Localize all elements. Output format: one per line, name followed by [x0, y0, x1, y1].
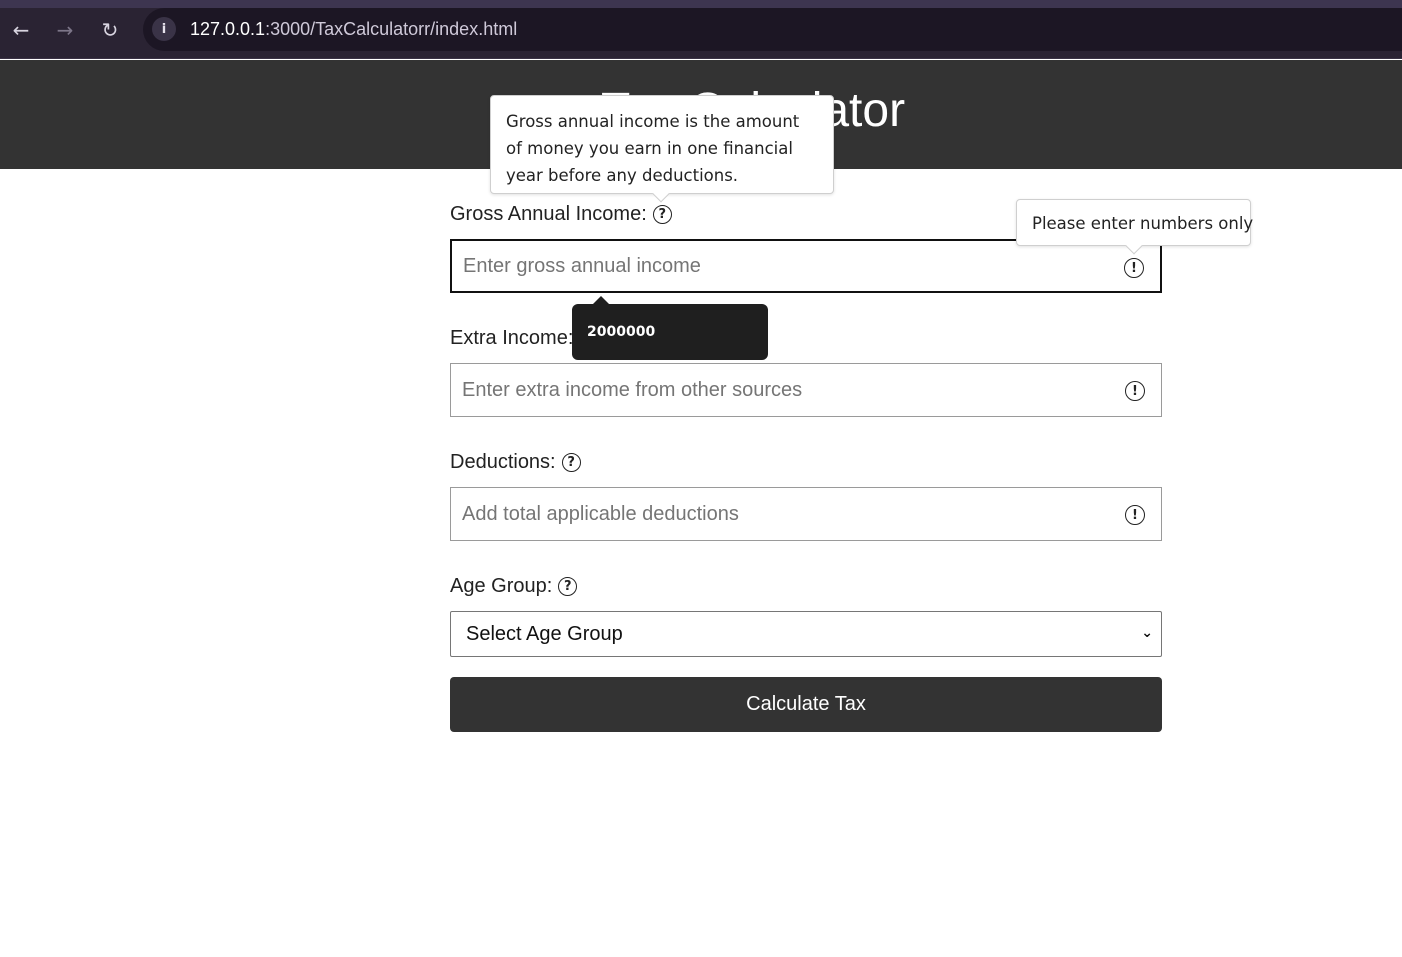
autofill-suggestion-value[interactable]: 2000000 — [587, 324, 655, 340]
gross-income-help-icon[interactable]: ? — [652, 205, 672, 224]
age-group-selected-value: Select Age Group — [466, 622, 623, 645]
deductions-input[interactable] — [462, 488, 1112, 540]
autofill-suggestion-popup[interactable]: 2000000 — [572, 296, 768, 360]
numbers-only-text: Please enter numbers only — [1032, 214, 1254, 233]
popup-arrow — [592, 296, 610, 305]
gross-income-input[interactable] — [463, 241, 1113, 291]
age-group-select[interactable]: Select Age Group ⌄ — [450, 611, 1162, 657]
chevron-down-icon: ⌄ — [1141, 625, 1153, 641]
gross-income-label: Gross Annual Income: ? — [450, 203, 672, 226]
deductions-label-text: Deductions: — [450, 451, 556, 473]
gross-income-help-text: Gross annual income is the amount of mon… — [506, 112, 800, 185]
extra-income-warning-icon[interactable]: ! — [1125, 381, 1145, 401]
url-path: :3000/TaxCalculatorr/index.html — [265, 19, 518, 39]
numbers-only-tooltip: Please enter numbers only — [1016, 199, 1254, 255]
gross-income-warning-icon[interactable]: ! — [1124, 258, 1144, 278]
back-arrow-icon[interactable]: ← — [5, 14, 37, 46]
url-host: 127.0.0.1 — [190, 19, 266, 39]
deductions-label: Deductions: ? — [450, 451, 581, 474]
extra-income-input[interactable] — [462, 364, 1112, 416]
age-group-label-text: Age Group: — [450, 575, 553, 597]
deductions-field[interactable]: ! — [450, 487, 1162, 541]
url-text[interactable]: 127.0.0.1:3000/TaxCalculatorr/index.html — [190, 19, 517, 40]
deductions-warning-icon[interactable]: ! — [1125, 505, 1145, 525]
gross-income-field[interactable]: ! — [450, 239, 1162, 293]
deductions-help-icon[interactable]: ? — [561, 453, 581, 472]
tooltip-arrow — [652, 185, 670, 203]
age-group-help-icon[interactable]: ? — [558, 577, 578, 596]
age-group-label: Age Group: ? — [450, 575, 578, 598]
extra-income-label-text: Extra Income: — [450, 327, 574, 349]
gross-income-help-tooltip: Gross annual income is the amount of mon… — [490, 95, 834, 203]
forward-arrow-icon[interactable]: → — [49, 14, 81, 46]
extra-income-field[interactable]: ! — [450, 363, 1162, 417]
tab-strip-edge — [0, 0, 1402, 8]
calculate-tax-button[interactable]: Calculate Tax — [450, 677, 1162, 732]
gross-income-label-text: Gross Annual Income: — [450, 203, 647, 225]
site-info-icon[interactable]: i — [152, 17, 176, 41]
reload-icon[interactable]: ↻ — [94, 14, 126, 46]
